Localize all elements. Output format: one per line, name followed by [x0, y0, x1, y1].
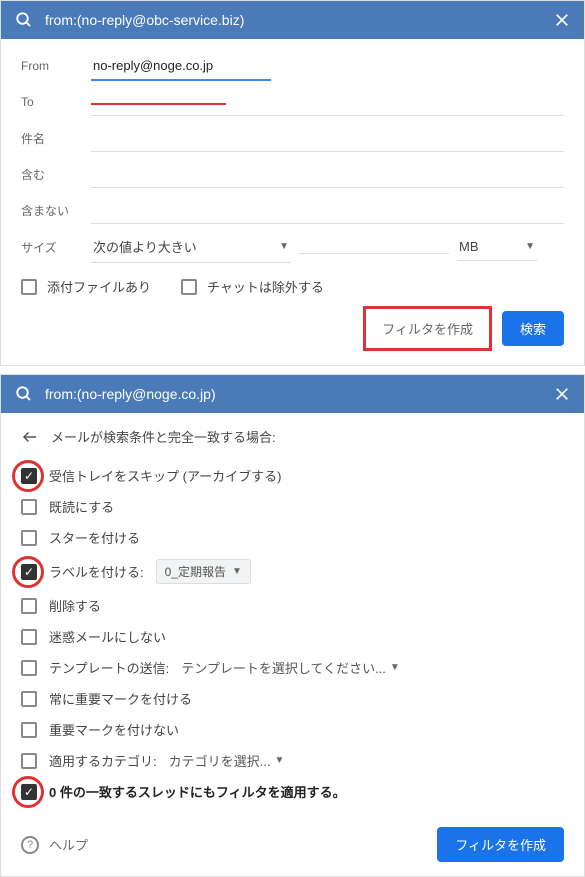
highlight-underline: [91, 103, 226, 105]
close-icon[interactable]: [554, 386, 570, 402]
filter-option-row: 受信トレイをスキップ (アーカイブする): [21, 460, 564, 491]
back-arrow-icon[interactable]: [21, 428, 39, 446]
filter-option-row: 常に重要マークを付ける: [21, 683, 564, 714]
filter-option-row: スターを付ける: [21, 522, 564, 553]
filter-option-row: ラベルを付ける: 0_定期報告▼: [21, 553, 564, 590]
option-checkbox[interactable]: [21, 564, 37, 580]
chevron-down-icon: ▼: [390, 662, 400, 673]
option-label: スターを付ける: [49, 528, 140, 547]
option-checkbox[interactable]: [21, 660, 37, 676]
from-input[interactable]: [91, 52, 271, 81]
filter-option-row: 0 件の一致するスレッドにもフィルタを適用する。: [21, 776, 564, 807]
has-attachment-label: 添付ファイルあり: [47, 277, 151, 296]
search-icon: [15, 11, 33, 29]
size-unit-value: MB: [459, 239, 479, 254]
option-checkbox[interactable]: [21, 530, 37, 546]
option-checkbox[interactable]: [21, 691, 37, 707]
option-label: ラベルを付ける:: [49, 562, 144, 581]
option-label: 0 件の一致するスレッドにもフィルタを適用する。: [49, 782, 346, 801]
close-icon[interactable]: [554, 12, 570, 28]
size-label: サイズ: [21, 239, 91, 256]
subject-label: 件名: [21, 130, 91, 147]
filter-option-row: 削除する: [21, 590, 564, 621]
search-query-text: from:(no-reply@obc-service.biz): [45, 12, 554, 28]
help-label: ヘルプ: [49, 835, 88, 854]
create-filter-button[interactable]: フィルタを作成: [368, 311, 487, 346]
option-label: 迷惑メールにしない: [49, 627, 166, 646]
option-label: 適用するカテゴリ:: [49, 751, 157, 770]
filter-option-row: 迷惑メールにしない: [21, 621, 564, 652]
option-checkbox[interactable]: [21, 598, 37, 614]
size-unit-select[interactable]: MB ▼: [457, 233, 537, 261]
exclude-label: 含まない: [21, 202, 91, 219]
chevron-down-icon: ▼: [279, 241, 289, 252]
option-label: 受信トレイをスキップ (アーカイブする): [49, 466, 282, 485]
option-checkbox[interactable]: [21, 753, 37, 769]
include-input[interactable]: [91, 160, 564, 188]
option-checkbox[interactable]: [21, 468, 37, 484]
size-value-input[interactable]: [299, 241, 449, 254]
filter-query-text: from:(no-reply@noge.co.jp): [45, 386, 554, 402]
option-label: 既読にする: [49, 497, 114, 516]
create-filter-button[interactable]: フィルタを作成: [437, 827, 564, 862]
option-checkbox[interactable]: [21, 784, 37, 800]
filter-option-row: 既読にする: [21, 491, 564, 522]
from-label: From: [21, 59, 91, 73]
chevron-down-icon: ▼: [525, 241, 535, 252]
subject-input[interactable]: [91, 124, 564, 152]
option-checkbox[interactable]: [21, 722, 37, 738]
highlight-box: フィルタを作成: [363, 306, 492, 351]
help-icon: ?: [21, 836, 39, 854]
option-label: 常に重要マークを付ける: [49, 689, 192, 708]
size-operator-value: 次の値より大きい: [93, 237, 197, 256]
filter-actions-panel: from:(no-reply@noge.co.jp) メールが検索条件と完全一致…: [0, 374, 585, 877]
filter-option-row: 適用するカテゴリ: カテゴリを選択... ▼: [21, 745, 564, 776]
search-icon: [15, 385, 33, 403]
filter-header: from:(no-reply@noge.co.jp): [1, 375, 584, 413]
chevron-down-icon: ▼: [232, 566, 242, 577]
category-select[interactable]: カテゴリを選択... ▼: [169, 751, 285, 770]
filter-option-row: テンプレートの送信: テンプレートを選択してください... ▼: [21, 652, 564, 683]
include-label: 含む: [21, 166, 91, 183]
label-select[interactable]: 0_定期報告▼: [156, 559, 251, 584]
exclude-chat-label: チャットは除外する: [207, 277, 324, 296]
to-label: To: [21, 95, 91, 109]
option-checkbox[interactable]: [21, 499, 37, 515]
template-select[interactable]: テンプレートを選択してください... ▼: [181, 658, 400, 677]
help-link[interactable]: ? ヘルプ: [21, 835, 88, 854]
filter-match-heading: メールが検索条件と完全一致する場合:: [51, 427, 276, 446]
filter-form: From To 件名 含む 含まない サイズ 次の値より大きい: [1, 39, 584, 365]
has-attachment-checkbox[interactable]: [21, 279, 37, 295]
option-checkbox[interactable]: [21, 629, 37, 645]
option-label: テンプレートの送信:: [49, 658, 169, 677]
option-label: 重要マークを付けない: [49, 720, 179, 739]
search-header: from:(no-reply@obc-service.biz): [1, 1, 584, 39]
option-label: 削除する: [49, 596, 101, 615]
search-filter-panel: from:(no-reply@obc-service.biz) From To …: [0, 0, 585, 366]
exclude-input[interactable]: [91, 196, 564, 224]
chevron-down-icon: ▼: [274, 755, 284, 766]
size-operator-select[interactable]: 次の値より大きい ▼: [91, 231, 291, 263]
filter-option-row: 重要マークを付けない: [21, 714, 564, 745]
search-button[interactable]: 検索: [502, 311, 564, 346]
exclude-chat-checkbox[interactable]: [181, 279, 197, 295]
